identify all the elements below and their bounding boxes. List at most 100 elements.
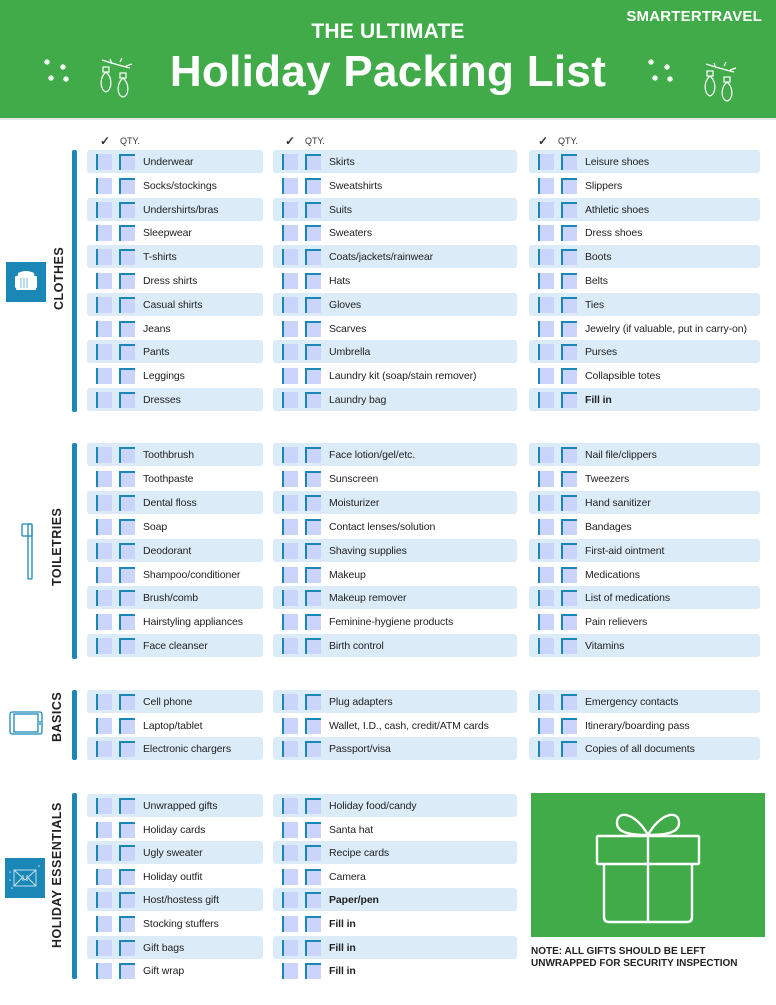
qty-box[interactable] xyxy=(561,740,577,757)
check-box[interactable] xyxy=(538,343,554,360)
qty-box[interactable] xyxy=(119,693,135,710)
qty-box[interactable] xyxy=(561,518,577,535)
check-box[interactable] xyxy=(538,589,554,606)
check-box[interactable] xyxy=(538,637,554,654)
qty-box[interactable] xyxy=(305,272,321,289)
check-box[interactable] xyxy=(96,915,112,932)
qty-box[interactable] xyxy=(305,470,321,487)
qty-box[interactable] xyxy=(561,224,577,241)
check-box[interactable] xyxy=(96,296,112,313)
check-box[interactable] xyxy=(96,637,112,654)
check-box[interactable] xyxy=(538,470,554,487)
qty-box[interactable] xyxy=(305,494,321,511)
check-box[interactable] xyxy=(96,542,112,559)
check-box[interactable] xyxy=(282,613,298,630)
check-box[interactable] xyxy=(282,868,298,885)
qty-box[interactable] xyxy=(561,693,577,710)
qty-box[interactable] xyxy=(305,821,321,838)
check-box[interactable] xyxy=(282,589,298,606)
qty-box[interactable] xyxy=(119,821,135,838)
check-box[interactable] xyxy=(282,446,298,463)
qty-box[interactable] xyxy=(305,542,321,559)
check-box[interactable] xyxy=(538,177,554,194)
qty-box[interactable] xyxy=(119,343,135,360)
qty-box[interactable] xyxy=(305,224,321,241)
check-box[interactable] xyxy=(96,201,112,218)
qty-box[interactable] xyxy=(305,177,321,194)
qty-box[interactable] xyxy=(305,740,321,757)
qty-box[interactable] xyxy=(119,320,135,337)
qty-box[interactable] xyxy=(119,248,135,265)
check-box[interactable] xyxy=(282,296,298,313)
check-box[interactable] xyxy=(96,248,112,265)
qty-box[interactable] xyxy=(119,844,135,861)
check-box[interactable] xyxy=(282,224,298,241)
qty-box[interactable] xyxy=(119,470,135,487)
qty-box[interactable] xyxy=(305,797,321,814)
check-box[interactable] xyxy=(282,320,298,337)
qty-box[interactable] xyxy=(119,613,135,630)
qty-box[interactable] xyxy=(561,320,577,337)
check-box[interactable] xyxy=(538,542,554,559)
qty-box[interactable] xyxy=(561,566,577,583)
qty-box[interactable] xyxy=(305,844,321,861)
check-box[interactable] xyxy=(538,224,554,241)
check-box[interactable] xyxy=(96,177,112,194)
check-box[interactable] xyxy=(538,201,554,218)
qty-box[interactable] xyxy=(561,446,577,463)
check-box[interactable] xyxy=(538,296,554,313)
qty-box[interactable] xyxy=(119,542,135,559)
check-box[interactable] xyxy=(282,844,298,861)
check-box[interactable] xyxy=(96,821,112,838)
qty-box[interactable] xyxy=(561,391,577,408)
qty-box[interactable] xyxy=(561,613,577,630)
check-box[interactable] xyxy=(282,470,298,487)
qty-box[interactable] xyxy=(305,248,321,265)
qty-box[interactable] xyxy=(119,272,135,289)
check-box[interactable] xyxy=(96,717,112,734)
qty-box[interactable] xyxy=(119,494,135,511)
qty-box[interactable] xyxy=(561,367,577,384)
check-box[interactable] xyxy=(282,518,298,535)
check-box[interactable] xyxy=(282,740,298,757)
qty-box[interactable] xyxy=(119,740,135,757)
check-box[interactable] xyxy=(282,542,298,559)
qty-box[interactable] xyxy=(305,962,321,979)
check-box[interactable] xyxy=(538,717,554,734)
check-box[interactable] xyxy=(282,248,298,265)
check-box[interactable] xyxy=(282,177,298,194)
qty-box[interactable] xyxy=(305,343,321,360)
qty-box[interactable] xyxy=(305,915,321,932)
qty-box[interactable] xyxy=(119,589,135,606)
check-box[interactable] xyxy=(538,367,554,384)
qty-box[interactable] xyxy=(305,939,321,956)
qty-box[interactable] xyxy=(305,446,321,463)
check-box[interactable] xyxy=(282,962,298,979)
check-box[interactable] xyxy=(96,962,112,979)
check-box[interactable] xyxy=(96,224,112,241)
check-box[interactable] xyxy=(96,566,112,583)
check-box[interactable] xyxy=(96,272,112,289)
check-box[interactable] xyxy=(538,153,554,170)
check-box[interactable] xyxy=(96,589,112,606)
qty-box[interactable] xyxy=(561,637,577,654)
qty-box[interactable] xyxy=(119,566,135,583)
check-box[interactable] xyxy=(96,343,112,360)
qty-box[interactable] xyxy=(305,589,321,606)
check-box[interactable] xyxy=(282,494,298,511)
check-box[interactable] xyxy=(96,494,112,511)
qty-box[interactable] xyxy=(561,470,577,487)
check-box[interactable] xyxy=(282,566,298,583)
check-box[interactable] xyxy=(96,391,112,408)
check-box[interactable] xyxy=(538,693,554,710)
qty-box[interactable] xyxy=(305,613,321,630)
qty-box[interactable] xyxy=(305,868,321,885)
check-box[interactable] xyxy=(282,343,298,360)
check-box[interactable] xyxy=(538,740,554,757)
check-box[interactable] xyxy=(538,518,554,535)
qty-box[interactable] xyxy=(561,343,577,360)
check-box[interactable] xyxy=(538,613,554,630)
check-box[interactable] xyxy=(538,272,554,289)
check-box[interactable] xyxy=(538,494,554,511)
check-box[interactable] xyxy=(96,367,112,384)
